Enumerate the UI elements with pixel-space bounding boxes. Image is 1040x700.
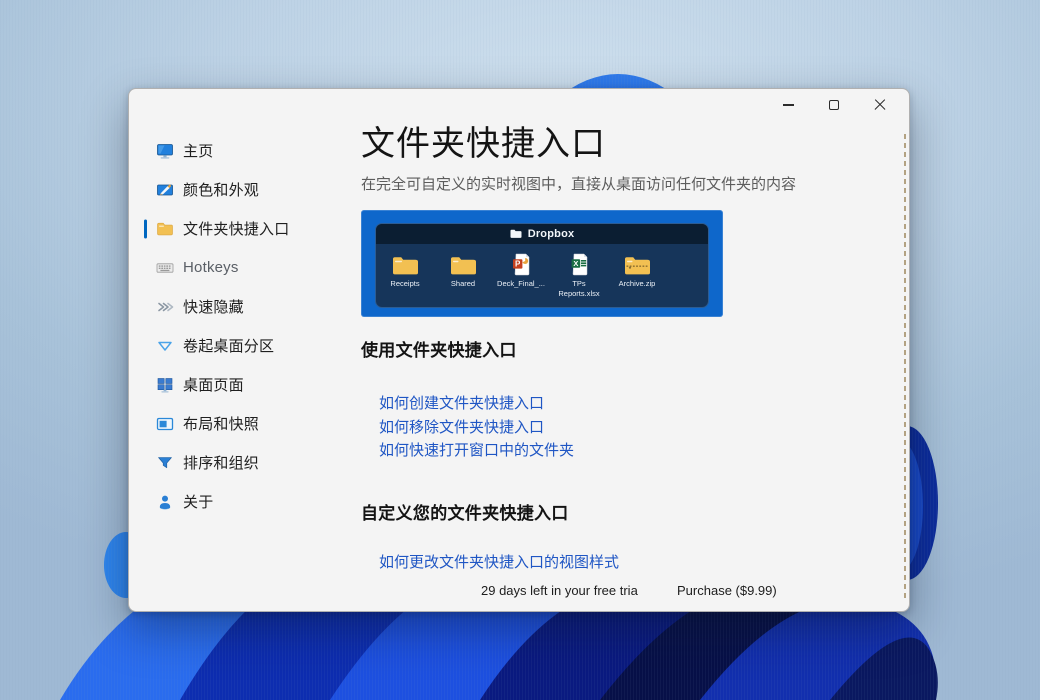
sidebar-item-label: 关于 bbox=[183, 491, 213, 512]
link-change-view-style[interactable]: 如何更改文件夹快捷入口的视图样式 bbox=[379, 551, 851, 575]
sidebar-item-folder-portals[interactable]: 文件夹快捷入口 bbox=[129, 209, 355, 248]
svg-text:X: X bbox=[573, 259, 578, 268]
link-create-portal[interactable]: 如何创建文件夹快捷入口 bbox=[379, 392, 851, 416]
trial-status-text: 29 days left in your free tria bbox=[481, 583, 638, 598]
sidebar-item-layout-snapshots[interactable]: 布局和快照 bbox=[129, 404, 355, 443]
sidebar-item-label: 布局和快照 bbox=[183, 413, 259, 434]
selected-indicator bbox=[144, 219, 147, 238]
sidebar: 主页 颜色和外观 文件夹快捷入口 Hotkeys 快速隐藏 bbox=[129, 131, 355, 521]
white-folder-icon bbox=[510, 229, 522, 239]
sidebar-item-quick-hide[interactable]: 快速隐藏 bbox=[129, 287, 355, 326]
color-appearance-icon bbox=[156, 181, 174, 199]
zip-folder-icon bbox=[624, 249, 651, 276]
app-window: 主页 颜色和外观 文件夹快捷入口 Hotkeys 快速隐藏 bbox=[128, 88, 910, 612]
sidebar-item-label: 文件夹快捷入口 bbox=[183, 218, 289, 239]
links-group-customize: 如何更改文件夹快捷入口的视图样式 bbox=[379, 551, 851, 575]
sidebar-item-label: Hotkeys bbox=[183, 259, 239, 276]
sidebar-item-label: 排序和组织 bbox=[183, 452, 259, 473]
purchase-button[interactable]: Purchase ($9.99) bbox=[677, 583, 777, 598]
portal-item-receipts[interactable]: Receipts bbox=[376, 249, 434, 299]
portal-item-label: Deck_Final_... bbox=[497, 279, 545, 289]
excel-file-icon: X bbox=[570, 249, 589, 276]
sidebar-item-label: 桌面页面 bbox=[183, 374, 244, 395]
about-person-icon bbox=[156, 493, 174, 511]
link-open-folder-in-window[interactable]: 如何快速打开窗口中的文件夹 bbox=[379, 439, 851, 463]
portal-header: Dropbox bbox=[376, 224, 708, 244]
scrollbar-track[interactable] bbox=[904, 134, 906, 599]
sidebar-item-sort-organize[interactable]: 排序和组织 bbox=[129, 443, 355, 482]
sidebar-item-label: 主页 bbox=[183, 140, 213, 161]
links-group-use: 如何创建文件夹快捷入口 如何移除文件夹快捷入口 如何快速打开窗口中的文件夹 bbox=[379, 392, 851, 463]
portal-item-label: Shared bbox=[451, 279, 475, 289]
page-subtitle: 在完全可自定义的实时视图中，直接从桌面访问任何文件夹的内容 bbox=[361, 173, 851, 194]
powerpoint-file-icon: P bbox=[512, 249, 531, 276]
close-icon bbox=[874, 99, 886, 111]
portal-item-shared[interactable]: Shared bbox=[434, 249, 492, 299]
quick-hide-icon bbox=[156, 298, 174, 316]
folder-icon bbox=[450, 249, 477, 276]
portal-item-reports[interactable]: X TPs Reports.xlsx bbox=[550, 249, 608, 299]
folder-icon bbox=[156, 220, 174, 238]
home-monitor-icon bbox=[156, 142, 174, 160]
sidebar-item-label: 快速隐藏 bbox=[183, 296, 244, 317]
sidebar-item-home[interactable]: 主页 bbox=[129, 131, 355, 170]
layout-snapshot-icon bbox=[156, 415, 174, 433]
svg-text:P: P bbox=[515, 259, 521, 268]
folder-icon bbox=[392, 249, 419, 276]
portal-item-label: Receipts bbox=[390, 279, 419, 289]
sidebar-item-colors[interactable]: 颜色和外观 bbox=[129, 170, 355, 209]
section-heading-customize: 自定义您的文件夹快捷入口 bbox=[361, 499, 851, 524]
keyboard-icon bbox=[156, 259, 174, 277]
portal-item-label: Archive.zip bbox=[619, 279, 656, 289]
sidebar-item-desktop-pages[interactable]: 桌面页面 bbox=[129, 365, 355, 404]
portal-item-deck[interactable]: P Deck_Final_... bbox=[492, 249, 550, 299]
sidebar-item-hotkeys[interactable]: Hotkeys bbox=[129, 248, 355, 287]
sidebar-item-about[interactable]: 关于 bbox=[129, 482, 355, 521]
portal-title: Dropbox bbox=[528, 228, 575, 240]
portal-item-archive[interactable]: Archive.zip bbox=[608, 249, 666, 299]
link-remove-portal[interactable]: 如何移除文件夹快捷入口 bbox=[379, 416, 851, 440]
folder-portal-preview-image: Dropbox Receipts Shared bbox=[361, 210, 723, 317]
rollup-triangle-icon bbox=[156, 337, 174, 355]
close-button[interactable] bbox=[857, 89, 903, 121]
sort-filter-icon bbox=[156, 454, 174, 472]
portal-item-label: TPs Reports.xlsx bbox=[552, 279, 606, 299]
page-title: 文件夹快捷入口 bbox=[361, 125, 851, 164]
sidebar-item-label: 卷起桌面分区 bbox=[183, 335, 274, 356]
desktop-pages-icon bbox=[156, 376, 174, 394]
portal-items-row: Receipts Shared P Deck_Final_... bbox=[376, 244, 708, 299]
section-heading-use: 使用文件夹快捷入口 bbox=[361, 336, 851, 361]
sidebar-item-rollup[interactable]: 卷起桌面分区 bbox=[129, 326, 355, 365]
main-content: 文件夹快捷入口 在完全可自定义的实时视图中，直接从桌面访问任何文件夹的内容 Dr… bbox=[361, 89, 851, 574]
portal-panel: Dropbox Receipts Shared bbox=[375, 223, 709, 308]
sidebar-item-label: 颜色和外观 bbox=[183, 179, 259, 200]
